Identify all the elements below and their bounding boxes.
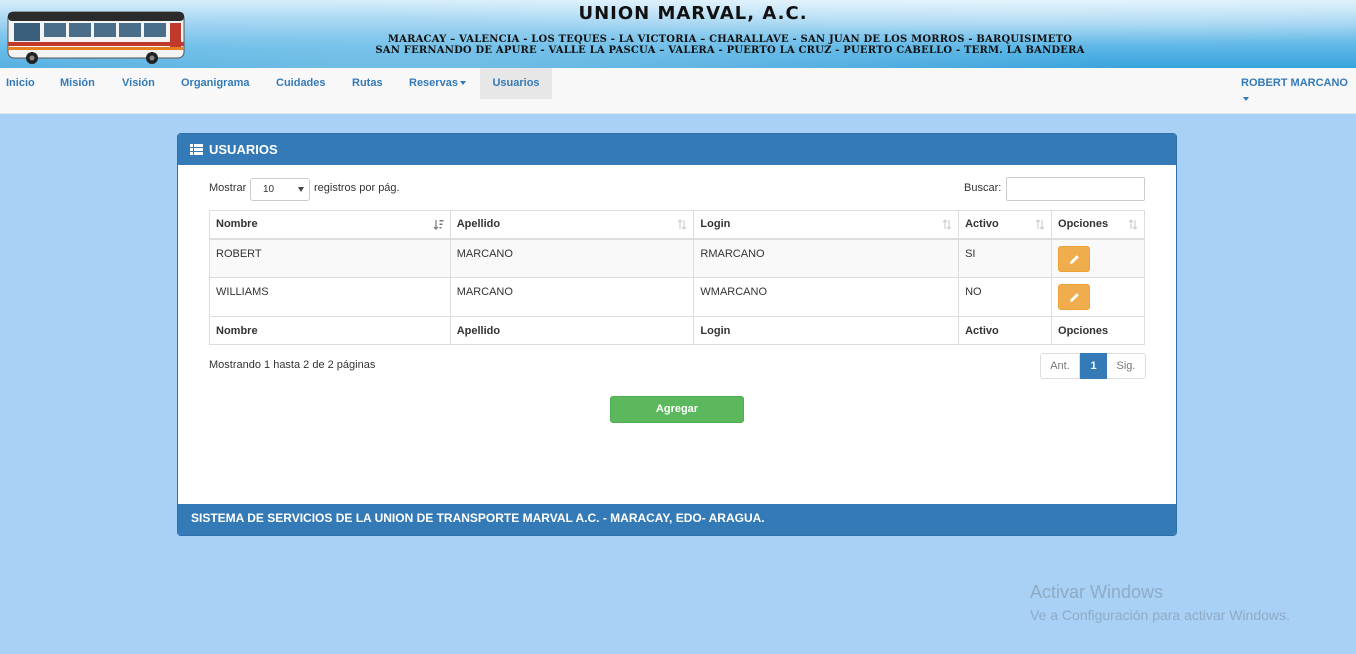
table-row: WILLIAMS MARCANO WMARCANO NO [209, 277, 1145, 317]
column-header-nombre[interactable]: Nombre [209, 210, 451, 240]
sort-both-icon [678, 219, 687, 230]
header-banner: UNION MARVAL, A.C. MARACAY – VALENCIA - … [0, 0, 1356, 68]
column-header-activo[interactable]: Activo [958, 210, 1053, 240]
table-row: ROBERT MARCANO RMARCANO SI [209, 238, 1145, 278]
user-menu-chevron-icon[interactable] [1243, 97, 1249, 101]
users-table: Nombre Apellido Login Activo Opciones RO… [209, 210, 1145, 345]
edit-button[interactable] [1058, 245, 1091, 272]
sort-both-icon [942, 219, 952, 230]
panel-footer: SISTEMA DE SERVICIOS DE LA UNION DE TRAN… [178, 504, 1176, 535]
search-label: Buscar: [964, 182, 1002, 194]
table-header-row: Nombre Apellido Login Activo Opciones [209, 210, 1145, 240]
cell-login: WMARCANO [693, 277, 960, 317]
sort-both-icon [1035, 219, 1045, 230]
pencil-icon [1070, 254, 1079, 264]
nav-item-reservas[interactable]: Reservas [409, 68, 466, 99]
cell-login: RMARCANO [693, 238, 960, 278]
panel-title: USUARIOS [209, 142, 278, 157]
list-icon [190, 144, 203, 155]
add-user-button[interactable]: Agregar [610, 396, 744, 423]
column-header-apellido[interactable]: Apellido [449, 210, 695, 240]
sort-asc-icon [433, 220, 444, 230]
sort-both-icon [1128, 219, 1138, 230]
cell-nombre: ROBERT [209, 238, 451, 278]
footer-opciones: Opciones [1051, 316, 1145, 345]
table-footer-row: Nombre Apellido Login Activo Opciones [209, 316, 1145, 345]
nav-item-mision[interactable]: Misión [60, 68, 95, 99]
banner-routes-line-1: MARACAY – VALENCIA - LOS TEQUES - LA VIC… [387, 34, 1073, 45]
search-input[interactable] [1006, 177, 1145, 201]
nav-item-usuarios[interactable]: Usuarios [480, 68, 552, 99]
nav-item-reservas-label: Reservas [409, 77, 458, 89]
banner-title: UNION MARVAL, A.C. [578, 3, 808, 24]
table-info: Mostrando 1 hasta 2 de 2 páginas [209, 359, 376, 371]
chevron-down-icon [459, 81, 466, 86]
navbar: Inicio Misión Visión Organigrama Cuidade… [0, 68, 1356, 114]
windows-activation-title: Activar Windows [1030, 582, 1164, 602]
column-header-login[interactable]: Login [693, 210, 960, 240]
cell-apellido: MARCANO [449, 277, 695, 317]
users-panel: USUARIOS Mostrar 10 registros por pág. B… [177, 133, 1177, 536]
cell-activo: SI [958, 238, 1053, 278]
footer-activo: Activo [958, 316, 1053, 345]
page-1-button[interactable]: 1 [1080, 353, 1107, 379]
windows-activation-subtitle: Ve a Configuración para activar Windows. [1030, 607, 1290, 623]
page-length-value: 10 [263, 184, 275, 195]
pagination: Ant. 1 Sig. [1040, 353, 1146, 379]
nav-item-rutas[interactable]: Rutas [352, 68, 383, 99]
select-arrow-icon [298, 187, 304, 192]
user-menu[interactable]: ROBERT MARCANO [1241, 77, 1348, 89]
cell-opciones [1051, 238, 1145, 278]
page-length-suffix: registros por pág. [314, 182, 400, 194]
footer-login: Login [693, 316, 960, 345]
prev-page-button[interactable]: Ant. [1040, 353, 1080, 379]
nav-item-cuidades[interactable]: Cuidades [276, 68, 326, 99]
cell-opciones [1051, 277, 1145, 317]
cell-activo: NO [958, 277, 1053, 317]
page-length-select[interactable]: 10 [250, 178, 310, 201]
pencil-icon [1070, 293, 1079, 302]
footer-apellido: Apellido [449, 316, 695, 345]
next-page-button[interactable]: Sig. [1107, 353, 1146, 379]
nav-item-inicio[interactable]: Inicio [6, 68, 35, 99]
footer-nombre: Nombre [209, 316, 451, 345]
cell-nombre: WILLIAMS [209, 277, 451, 317]
cell-apellido: MARCANO [449, 238, 695, 278]
page-length-label: Mostrar [209, 182, 247, 194]
banner-routes-line-2: SAN FERNANDO DE APURE - VALLE LA PASCUA … [375, 45, 1085, 56]
nav-item-organigrama[interactable]: Organigrama [181, 68, 249, 99]
nav-item-vision[interactable]: Visión [122, 68, 155, 99]
edit-button[interactable] [1058, 284, 1091, 310]
column-header-opciones[interactable]: Opciones [1051, 210, 1145, 240]
panel-header: USUARIOS [178, 134, 1176, 165]
